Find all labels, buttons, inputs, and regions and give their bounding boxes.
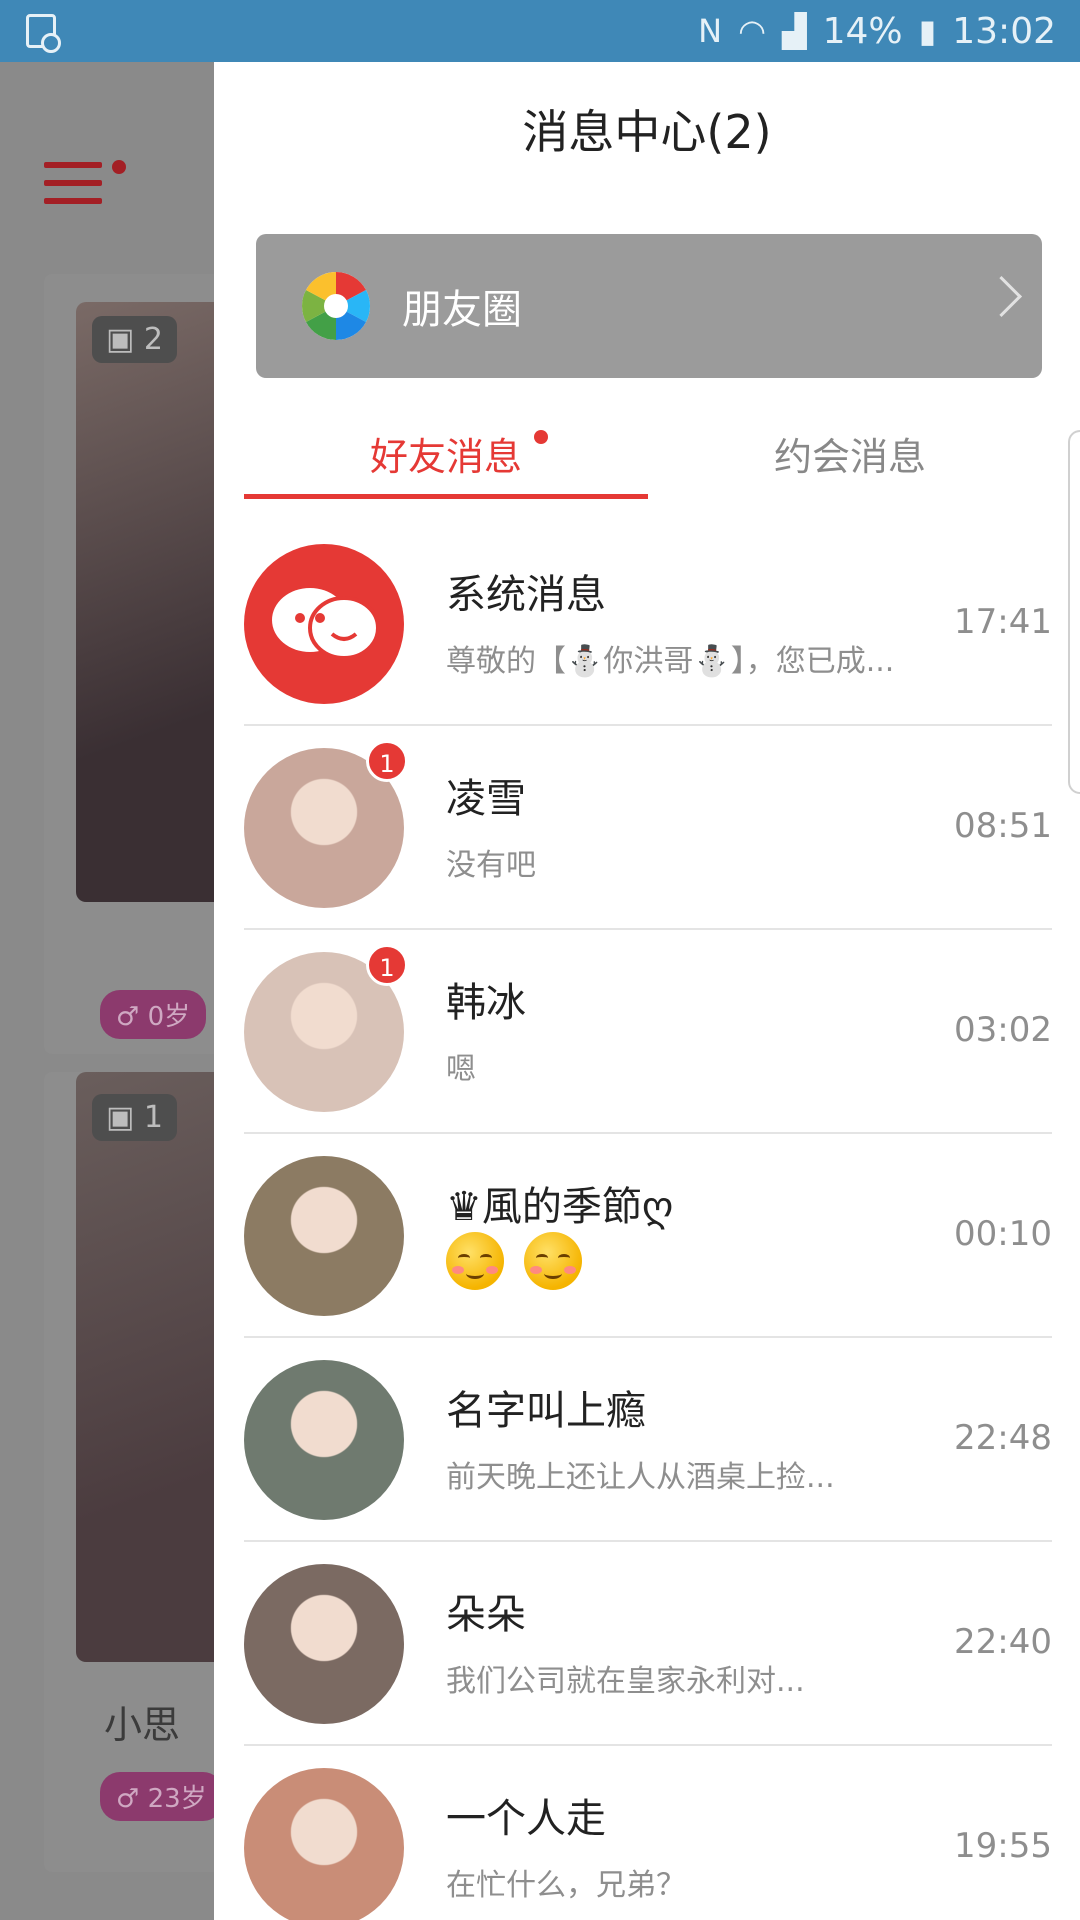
message-list: 系统消息尊敬的【⛄你洪哥⛄】，您已成... 17:41 1 凌雪没有吧 08:51 1 韩冰…	[214, 522, 1080, 1920]
message-preview: 嗯	[446, 1052, 476, 1087]
photo-count-chip: ▣ 2	[92, 316, 177, 363]
message-time: 19:55	[954, 1826, 1052, 1866]
profile-card: ▣ 1 小思 ♂ 23岁	[44, 1072, 234, 1872]
unread-dot	[534, 430, 548, 444]
contact-name: 系统消息	[446, 572, 606, 618]
unread-badge: 1	[366, 740, 408, 782]
profile-photo	[76, 302, 234, 902]
signal-icon: ▟	[782, 12, 807, 50]
contact-name: 朵朵	[446, 1592, 526, 1638]
system-chat-icon	[244, 544, 404, 704]
contact-name: 一个人走	[446, 1796, 606, 1842]
message-time: 17:41	[954, 602, 1052, 642]
message-preview: 没有吧	[446, 848, 536, 883]
battery-charging-icon: ▮	[918, 12, 937, 50]
menu-icon	[44, 162, 102, 216]
contact-name: 凌雪	[446, 776, 526, 822]
blush-emoji-icon	[446, 1232, 504, 1290]
clock: 13:02	[952, 10, 1056, 52]
moments-label: 朋友圈	[402, 287, 522, 333]
wifi-icon: ◠	[738, 12, 767, 50]
photo-count-chip: ▣ 1	[92, 1094, 177, 1141]
screen-record-icon	[26, 14, 61, 53]
image-icon: ▣	[106, 322, 135, 357]
contact-name: ♛風的季節ღ	[446, 1184, 674, 1230]
list-item[interactable]: 1 韩冰嗯 03:02	[214, 930, 1080, 1134]
message-time: 03:02	[954, 1010, 1052, 1050]
message-preview: 前天晚上还让人从酒桌上捡...	[446, 1460, 835, 1495]
message-preview	[446, 1232, 602, 1298]
profile-name: 小思	[104, 1703, 181, 1747]
aperture-icon	[302, 272, 370, 340]
list-item[interactable]: 系统消息尊敬的【⛄你洪哥⛄】，您已成... 17:41	[214, 522, 1080, 726]
avatar	[244, 1156, 404, 1316]
blush-emoji-icon	[524, 1232, 582, 1290]
list-item[interactable]: 朵朵我们公司就在皇家永利对... 22:40	[214, 1542, 1080, 1746]
contact-name: 韩冰	[446, 980, 526, 1026]
message-preview: 在忙什么，兄弟？	[446, 1868, 686, 1903]
message-preview: 我们公司就在皇家永利对...	[446, 1664, 805, 1699]
battery-percent: 14%	[822, 10, 903, 52]
message-tabs: 好友消息 约会消息	[244, 422, 1052, 499]
avatar	[244, 1360, 404, 1520]
age-chip: ♂ 0岁	[100, 990, 207, 1039]
tab-dating-messages[interactable]: 约会消息	[648, 422, 1052, 492]
avatar	[244, 1564, 404, 1724]
profile-card: ▣ 2 ♂ 0岁	[44, 274, 234, 1054]
tab-friend-messages[interactable]: 好友消息	[244, 422, 648, 492]
page-title: 消息中心(2)	[522, 105, 772, 159]
list-item[interactable]: 名字叫上瘾前天晚上还让人从酒桌上捡... 22:48	[214, 1338, 1080, 1542]
list-item[interactable]: 一个人走在忙什么，兄弟？ 19:55	[214, 1746, 1080, 1920]
list-item[interactable]: ♛風的季節ღ 00:10	[214, 1134, 1080, 1338]
message-time: 08:51	[954, 806, 1052, 846]
notification-dot	[112, 160, 126, 174]
status-icons: N ◠ ▟ 14% ▮ 13:02	[698, 10, 1056, 52]
image-icon: ▣	[106, 1100, 135, 1135]
contact-name: 名字叫上瘾	[446, 1388, 646, 1434]
moments-button[interactable]: 朋友圈	[256, 234, 1042, 378]
message-time: 22:40	[954, 1622, 1052, 1662]
list-item[interactable]: 1 凌雪没有吧 08:51	[214, 726, 1080, 930]
message-preview: 尊敬的【⛄你洪哥⛄】，您已成...	[446, 644, 895, 679]
nfc-icon: N	[698, 12, 723, 50]
message-center-drawer: 消息中心(2) 朋友圈 好友消息 约会消息 系统消息尊敬的【⛄你洪哥⛄】，您已成…	[214, 62, 1080, 1920]
message-time: 22:48	[954, 1418, 1052, 1458]
avatar	[244, 1768, 404, 1920]
chevron-right-icon	[980, 275, 1023, 318]
unread-badge: 1	[366, 944, 408, 986]
age-chip: ♂ 23岁	[100, 1772, 223, 1821]
status-bar: N ◠ ▟ 14% ▮ 13:02	[0, 0, 1080, 62]
active-tab-indicator	[244, 494, 648, 499]
edge-panel-handle[interactable]	[1068, 430, 1080, 794]
profile-photo	[76, 1072, 234, 1662]
message-time: 00:10	[954, 1214, 1052, 1254]
